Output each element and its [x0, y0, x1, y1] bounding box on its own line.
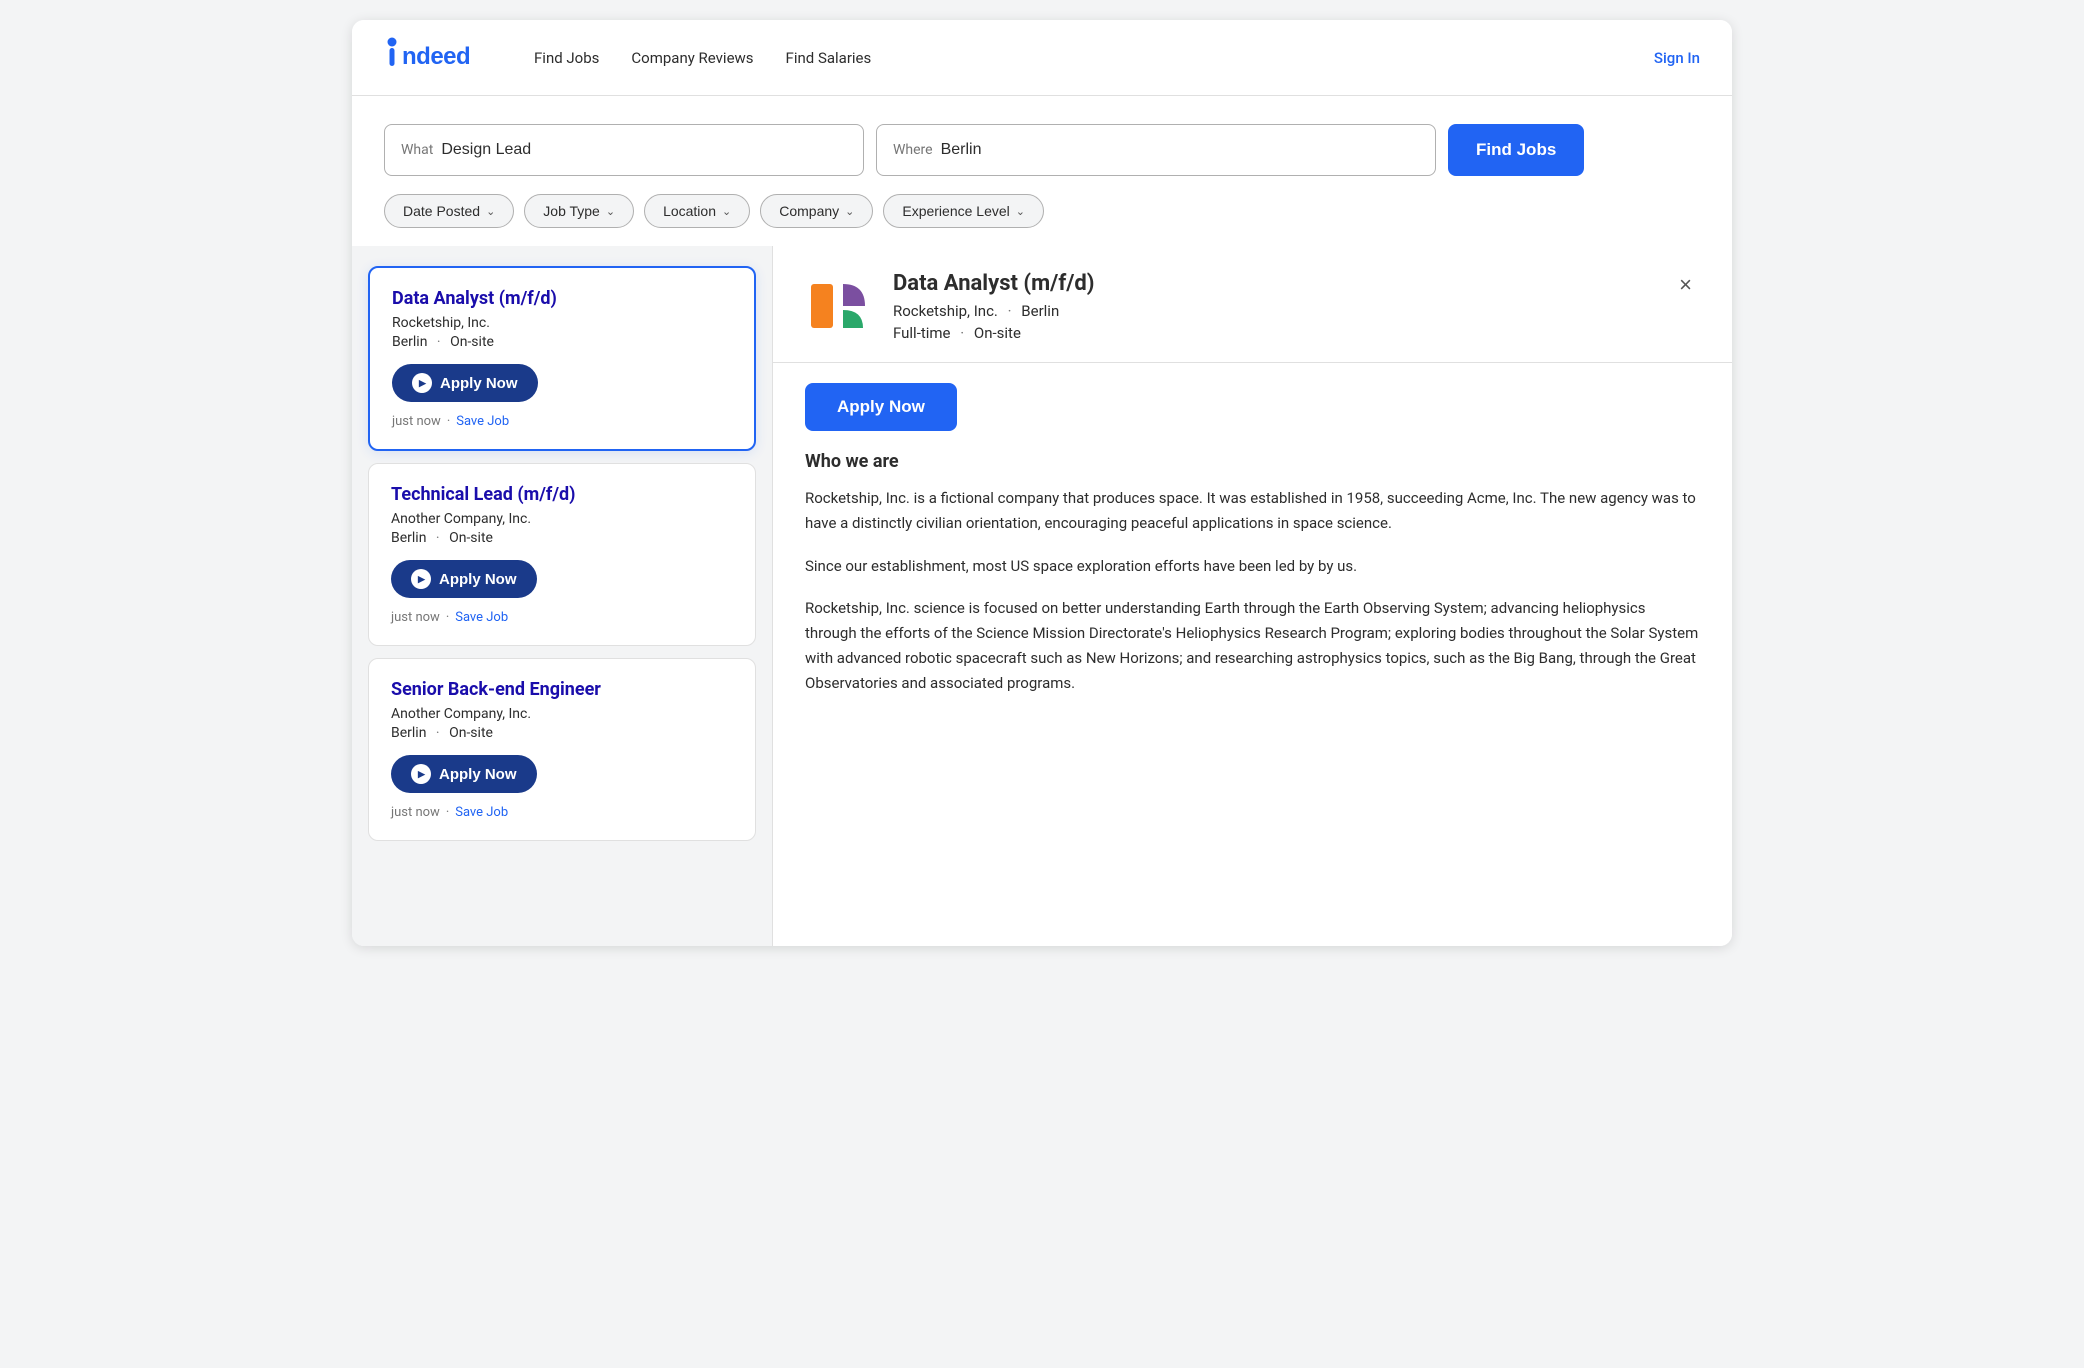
what-input[interactable]: [441, 141, 847, 159]
job-detail-company-loc: Rocketship, Inc. · Berlin: [893, 302, 1094, 320]
chevron-down-icon: ⌄: [1016, 205, 1025, 218]
header: ndeed Find Jobs Company Reviews Find Sal…: [352, 20, 1732, 96]
job-card-2-save-link[interactable]: Save Job: [455, 610, 508, 625]
job-card-2-meta: just now · Save Job: [391, 610, 733, 625]
job-detail-header: Data Analyst (m/f/d) Rocketship, Inc. · …: [773, 246, 1732, 363]
filter-location-label: Location: [663, 203, 716, 219]
filter-experience-level-label: Experience Level: [902, 203, 1009, 219]
detail-paragraph-3: Rocketship, Inc. science is focused on b…: [805, 596, 1700, 695]
company-logo: [805, 270, 877, 342]
job-card-3-meta: just now · Save Job: [391, 805, 733, 820]
job-detail-title: Data Analyst (m/f/d): [893, 271, 1094, 296]
detail-paragraph-2: Since our establishment, most US space e…: [805, 554, 1700, 579]
detail-company: Rocketship, Inc.: [893, 302, 998, 320]
where-input[interactable]: [941, 141, 1419, 159]
filter-job-type-label: Job Type: [543, 203, 600, 219]
job-card-1-meta: just now · Save Job: [392, 414, 732, 429]
detail-job-type: Full-time: [893, 324, 951, 342]
indeed-logo-svg: ndeed: [384, 36, 494, 72]
detail-work-type: On-site: [974, 324, 1021, 342]
filter-job-type[interactable]: Job Type ⌄: [524, 194, 634, 228]
nav-company-reviews[interactable]: Company Reviews: [631, 49, 753, 67]
job-card-3-company: Another Company, Inc.: [391, 706, 733, 722]
chevron-down-icon: ⌄: [722, 205, 731, 218]
job-card-3-title: Senior Back-end Engineer: [391, 679, 733, 700]
job-card-1-timestamp: just now: [392, 414, 441, 429]
filter-company[interactable]: Company ⌄: [760, 194, 873, 228]
job-card-2-apply-label: Apply Now: [439, 571, 517, 588]
job-card-1-company: Rocketship, Inc.: [392, 315, 732, 331]
filter-experience-level[interactable]: Experience Level ⌄: [883, 194, 1044, 228]
filter-company-label: Company: [779, 203, 839, 219]
apply-arrow-icon: [411, 764, 431, 784]
job-card-3-location: Berlin · On-site: [391, 725, 733, 741]
job-detail-info: Data Analyst (m/f/d) Rocketship, Inc. · …: [893, 271, 1094, 342]
main-content: Data Analyst (m/f/d) Rocketship, Inc. Be…: [352, 246, 1732, 946]
nav-find-jobs[interactable]: Find Jobs: [534, 49, 599, 67]
chevron-down-icon: ⌄: [486, 205, 495, 218]
dot-separator: ·: [447, 414, 450, 429]
dot-separator: ·: [446, 805, 449, 820]
filter-row: Date Posted ⌄ Job Type ⌄ Location ⌄ Comp…: [384, 194, 1700, 228]
job-card-2[interactable]: Technical Lead (m/f/d) Another Company, …: [368, 463, 756, 646]
job-list: Data Analyst (m/f/d) Rocketship, Inc. Be…: [352, 246, 772, 946]
job-card-1-apply-label: Apply Now: [440, 375, 518, 392]
sign-in-link[interactable]: Sign In: [1654, 49, 1700, 67]
search-section: What Where Find Jobs Date Posted ⌄ Job T…: [352, 96, 1732, 246]
job-detail-panel: Data Analyst (m/f/d) Rocketship, Inc. · …: [772, 246, 1732, 946]
job-card-1-location: Berlin · On-site: [392, 334, 732, 350]
job-detail-type: Full-time · On-site: [893, 324, 1094, 342]
who-we-are-title: Who we are: [805, 451, 1700, 472]
job-card-2-company: Another Company, Inc.: [391, 511, 733, 527]
where-field: Where: [876, 124, 1436, 176]
filter-location[interactable]: Location ⌄: [644, 194, 750, 228]
job-card-2-location: Berlin · On-site: [391, 530, 733, 546]
find-jobs-button[interactable]: Find Jobs: [1448, 124, 1584, 176]
chevron-down-icon: ⌄: [606, 205, 615, 218]
rocketship-logo-svg: [805, 270, 877, 342]
job-card-3-apply-button[interactable]: Apply Now: [391, 755, 537, 793]
job-card-1-save-link[interactable]: Save Job: [456, 414, 509, 429]
filter-date-posted[interactable]: Date Posted ⌄: [384, 194, 514, 228]
search-row: What Where Find Jobs: [384, 124, 1700, 176]
filter-date-posted-label: Date Posted: [403, 203, 480, 219]
job-card-3-timestamp: just now: [391, 805, 440, 820]
dot-separator: ·: [446, 610, 449, 625]
job-card-1[interactable]: Data Analyst (m/f/d) Rocketship, Inc. Be…: [368, 266, 756, 451]
logo: ndeed: [384, 36, 494, 79]
detail-location: Berlin: [1021, 302, 1059, 320]
job-card-3-apply-label: Apply Now: [439, 766, 517, 783]
page-wrapper: ndeed Find Jobs Company Reviews Find Sal…: [352, 20, 1732, 946]
nav: Find Jobs Company Reviews Find Salaries: [534, 49, 1654, 67]
job-card-1-apply-button[interactable]: Apply Now: [392, 364, 538, 402]
job-card-3[interactable]: Senior Back-end Engineer Another Company…: [368, 658, 756, 841]
detail-paragraph-1: Rocketship, Inc. is a fictional company …: [805, 486, 1700, 536]
detail-apply-button[interactable]: Apply Now: [805, 383, 957, 431]
nav-find-salaries[interactable]: Find Salaries: [786, 49, 872, 67]
svg-text:ndeed: ndeed: [402, 43, 470, 70]
job-card-2-apply-button[interactable]: Apply Now: [391, 560, 537, 598]
job-card-3-save-link[interactable]: Save Job: [455, 805, 508, 820]
apply-arrow-icon: [411, 569, 431, 589]
where-label: Where: [893, 142, 933, 158]
job-detail-body: Who we are Rocketship, Inc. is a fiction…: [773, 451, 1732, 946]
apply-arrow-icon: [412, 373, 432, 393]
what-label: What: [401, 142, 433, 158]
what-field: What: [384, 124, 864, 176]
job-card-2-title: Technical Lead (m/f/d): [391, 484, 733, 505]
job-card-2-timestamp: just now: [391, 610, 440, 625]
job-card-1-title: Data Analyst (m/f/d): [392, 288, 732, 309]
job-detail-header-left: Data Analyst (m/f/d) Rocketship, Inc. · …: [805, 270, 1094, 342]
close-detail-button[interactable]: ×: [1671, 270, 1700, 300]
chevron-down-icon: ⌄: [845, 205, 854, 218]
